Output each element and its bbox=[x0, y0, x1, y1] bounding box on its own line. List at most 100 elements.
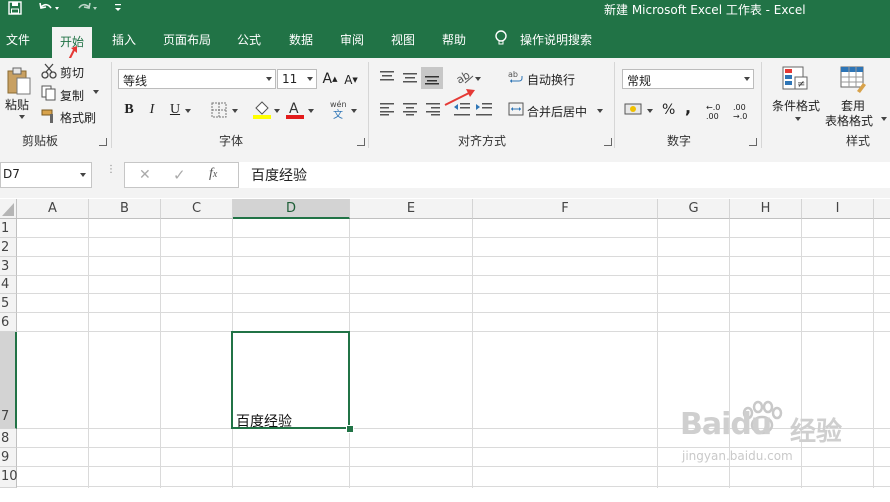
row-header-4[interactable]: 4 bbox=[0, 276, 17, 294]
formula-input[interactable]: 百度经验 bbox=[238, 162, 890, 188]
merge-center-label[interactable]: 合并后居中 bbox=[527, 103, 587, 120]
font-color-icon[interactable]: A bbox=[285, 99, 305, 119]
name-box-dropdown-icon[interactable] bbox=[79, 172, 87, 178]
fill-handle[interactable] bbox=[346, 425, 354, 433]
font-name-select[interactable]: 等线 bbox=[118, 69, 276, 89]
italic-icon[interactable]: I bbox=[145, 102, 159, 118]
column-header-h[interactable]: H bbox=[730, 199, 802, 219]
column-header-e[interactable]: E bbox=[350, 199, 473, 219]
bold-icon[interactable]: B bbox=[122, 102, 136, 118]
row-header-8[interactable]: 8 bbox=[0, 429, 17, 448]
orientation-icon[interactable]: ab bbox=[455, 68, 475, 86]
copy-label[interactable]: 复制 bbox=[60, 87, 84, 104]
tab-review[interactable]: 审阅 bbox=[340, 31, 364, 48]
borders-icon[interactable] bbox=[210, 101, 228, 119]
paste-label[interactable]: 粘贴 bbox=[5, 96, 29, 113]
align-bottom-icon[interactable] bbox=[421, 67, 443, 89]
column-header-i[interactable]: I bbox=[802, 199, 874, 219]
enter-icon[interactable]: ✓ bbox=[173, 166, 186, 184]
comma-style-icon[interactable]: , bbox=[685, 98, 691, 117]
accounting-format-icon[interactable] bbox=[624, 101, 644, 117]
align-top-icon[interactable] bbox=[379, 70, 395, 84]
align-middle-icon[interactable] bbox=[402, 70, 418, 84]
tab-file[interactable]: 文件 bbox=[6, 31, 30, 48]
merge-center-icon[interactable] bbox=[508, 101, 524, 117]
decrease-font-icon[interactable]: A ▼ bbox=[343, 72, 359, 88]
tell-me-search[interactable]: 操作说明搜索 bbox=[520, 31, 592, 48]
conditional-formatting-label[interactable]: 条件格式 bbox=[772, 97, 820, 114]
cut-icon[interactable] bbox=[41, 63, 57, 79]
copy-icon[interactable] bbox=[41, 85, 57, 101]
accounting-dropdown-icon[interactable] bbox=[646, 108, 654, 114]
tab-help[interactable]: 帮助 bbox=[442, 31, 466, 48]
tab-data[interactable]: 数据 bbox=[289, 31, 313, 48]
save-icon[interactable] bbox=[8, 1, 22, 18]
customize-qat-icon[interactable] bbox=[114, 1, 122, 18]
merge-dropdown-icon[interactable] bbox=[596, 108, 604, 114]
align-right-icon[interactable] bbox=[425, 102, 441, 116]
format-painter-icon[interactable] bbox=[41, 108, 57, 124]
row-header-5[interactable]: 5 bbox=[0, 294, 17, 313]
fill-color-icon[interactable] bbox=[252, 99, 272, 119]
format-as-table-icon[interactable] bbox=[838, 64, 868, 94]
column-header-d[interactable]: D bbox=[233, 199, 350, 219]
paste-icon[interactable] bbox=[4, 66, 34, 96]
row-header-3[interactable]: 3 bbox=[0, 257, 17, 276]
column-header-a[interactable]: A bbox=[17, 199, 89, 219]
format-painter-label[interactable]: 格式刷 bbox=[60, 109, 96, 126]
underline-icon[interactable]: U bbox=[168, 102, 182, 118]
phonetic-dropdown-icon[interactable] bbox=[350, 108, 358, 114]
font-size-select[interactable]: 11 bbox=[277, 69, 317, 89]
font-color-dropdown-icon[interactable] bbox=[307, 108, 315, 114]
wrap-text-icon[interactable]: ab bbox=[508, 69, 524, 85]
row-header-7[interactable]: 7 bbox=[0, 332, 17, 429]
baidu-watermark: Baidu 经验 jingyan.baidu.com bbox=[680, 385, 880, 475]
clipboard-launcher-icon[interactable] bbox=[99, 138, 107, 146]
tab-formulas[interactable]: 公式 bbox=[237, 31, 261, 48]
column-header-c[interactable]: C bbox=[161, 199, 233, 219]
increase-decimal-icon[interactable]: ←.0 .00 bbox=[706, 103, 724, 121]
alignment-launcher-icon[interactable] bbox=[604, 138, 612, 146]
conditional-formatting-icon[interactable]: ≠ bbox=[780, 64, 810, 94]
insert-function-icon[interactable]: fx bbox=[209, 166, 217, 182]
phonetic-icon[interactable]: wén 文 bbox=[328, 98, 350, 120]
paste-dropdown-icon[interactable] bbox=[18, 114, 26, 120]
number-launcher-icon[interactable] bbox=[749, 138, 757, 146]
increase-font-icon[interactable]: A ▲ bbox=[322, 71, 338, 87]
formula-bar-grip-icon[interactable]: ⋮ bbox=[106, 165, 116, 175]
wrap-text-label[interactable]: 自动换行 bbox=[527, 71, 575, 88]
align-center-icon[interactable] bbox=[402, 102, 418, 116]
format-as-table-dropdown-icon[interactable] bbox=[880, 116, 888, 122]
conditional-dropdown-icon[interactable] bbox=[794, 116, 802, 122]
name-box[interactable]: D7 bbox=[0, 162, 92, 188]
tell-me-icon[interactable] bbox=[494, 29, 508, 50]
borders-dropdown-icon[interactable] bbox=[231, 108, 239, 114]
column-header-overflow[interactable] bbox=[874, 199, 890, 219]
percent-style-icon[interactable]: % bbox=[662, 102, 675, 118]
format-as-table-label-line2[interactable]: 表格格式 bbox=[825, 112, 873, 129]
underline-dropdown-icon[interactable] bbox=[184, 108, 192, 114]
row-header-6[interactable]: 6 bbox=[0, 313, 17, 332]
fill-color-dropdown-icon[interactable] bbox=[273, 108, 281, 114]
undo-icon[interactable] bbox=[38, 1, 60, 18]
column-header-b[interactable]: B bbox=[89, 199, 161, 219]
column-header-f[interactable]: F bbox=[473, 199, 658, 219]
column-header-g[interactable]: G bbox=[658, 199, 730, 219]
tab-insert[interactable]: 插入 bbox=[112, 31, 136, 48]
redo-icon[interactable] bbox=[78, 1, 100, 18]
cancel-icon[interactable]: ✕ bbox=[139, 167, 151, 183]
tab-view[interactable]: 视图 bbox=[391, 31, 415, 48]
copy-dropdown-icon[interactable] bbox=[92, 89, 100, 95]
row-header-2[interactable]: 2 bbox=[0, 238, 17, 257]
font-launcher-icon[interactable] bbox=[357, 138, 365, 146]
cut-label[interactable]: 剪切 bbox=[60, 64, 84, 81]
decrease-decimal-icon[interactable]: .00 →.0 bbox=[733, 103, 751, 121]
orientation-dropdown-icon[interactable] bbox=[474, 76, 482, 82]
align-left-icon[interactable] bbox=[379, 102, 395, 116]
row-header-9[interactable]: 9 bbox=[0, 448, 17, 467]
row-header-10[interactable]: 10 bbox=[0, 467, 18, 488]
number-format-select[interactable]: 常规 bbox=[622, 69, 754, 89]
tab-page-layout[interactable]: 页面布局 bbox=[163, 31, 211, 48]
row-header-1[interactable]: 1 bbox=[0, 219, 17, 238]
select-all-button[interactable] bbox=[0, 199, 17, 219]
